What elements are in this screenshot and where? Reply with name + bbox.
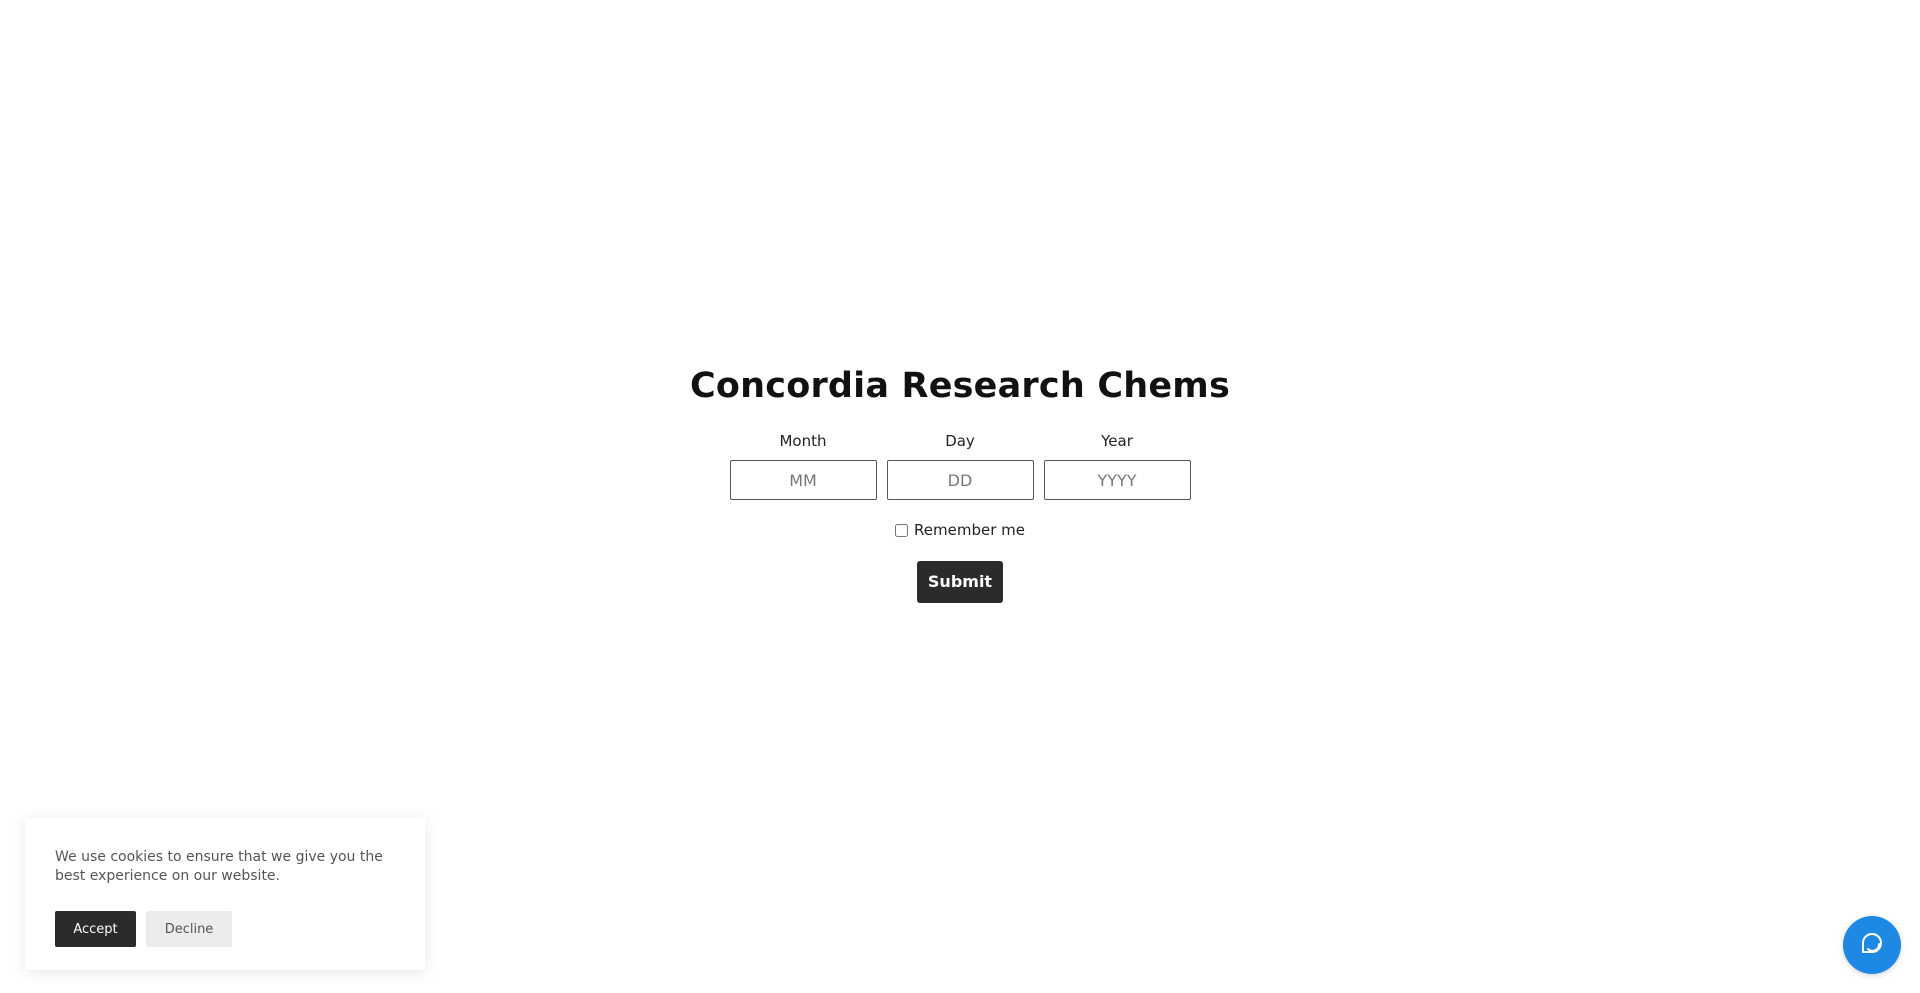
remember-me-checkbox[interactable] <box>895 523 909 537</box>
age-gate-form: Concordia Research Chems Month Day Year … <box>0 364 1920 603</box>
year-field-group: Year <box>1043 431 1191 500</box>
chat-bubble-icon <box>1857 928 1887 962</box>
cookie-consent-banner: We use cookies to ensure that we give yo… <box>25 818 425 970</box>
cookie-message: We use cookies to ensure that we give yo… <box>55 849 383 884</box>
cookie-decline-button[interactable]: Decline <box>146 911 232 947</box>
remember-me-row: Remember me <box>0 520 1920 540</box>
chat-launcher-button[interactable] <box>1843 916 1901 974</box>
year-input[interactable] <box>1043 460 1191 500</box>
day-field-group: Day <box>886 431 1034 500</box>
birthdate-fields: Month Day Year <box>0 431 1920 500</box>
remember-me-label[interactable]: Remember me <box>914 521 1025 539</box>
year-label: Year <box>1101 432 1133 450</box>
cookie-actions: Accept Decline <box>55 911 395 947</box>
site-title: Concordia Research Chems <box>690 366 1230 406</box>
cookie-accept-button[interactable]: Accept <box>55 911 136 947</box>
submit-button[interactable]: Submit <box>917 561 1003 603</box>
month-label: Month <box>779 432 827 450</box>
age-verification-page: Concordia Research Chems Month Day Year … <box>0 0 1920 993</box>
month-field-group: Month <box>729 431 877 500</box>
day-input[interactable] <box>886 460 1034 500</box>
day-label: Day <box>945 432 975 450</box>
month-input[interactable] <box>729 460 877 500</box>
